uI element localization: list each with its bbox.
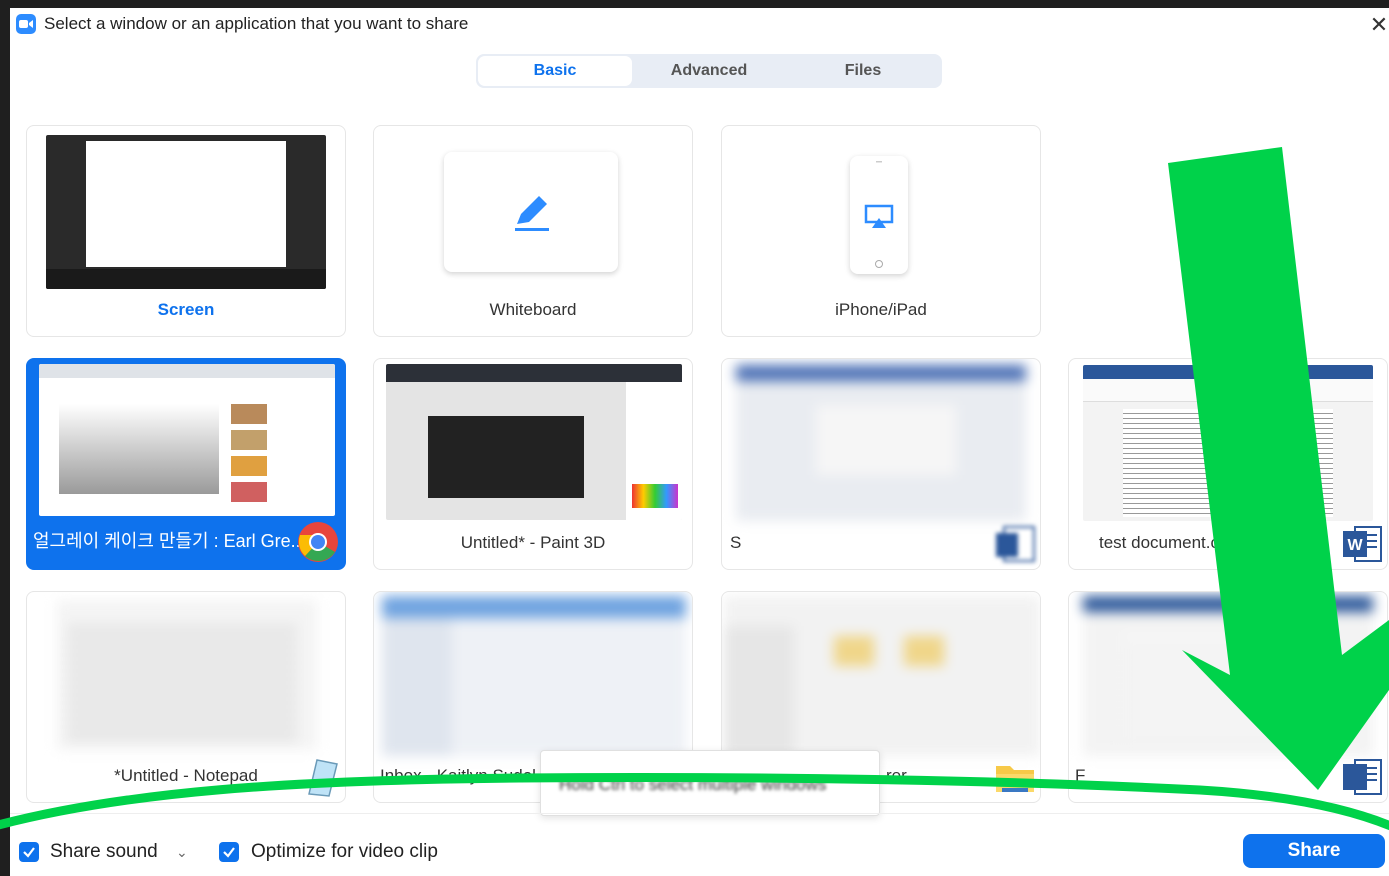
tile-screen[interactable]: Screen <box>26 125 346 337</box>
multi-select-tooltip: Hold Ctrl to select multiple windows <box>540 750 880 816</box>
word-thumbnail <box>1083 365 1373 521</box>
tab-files[interactable]: Files <box>786 56 940 86</box>
tile-label: Screen <box>157 300 215 319</box>
word-icon: W <box>1343 526 1382 562</box>
close-icon[interactable]: ✕ <box>1369 12 1389 38</box>
word-icon <box>996 526 1035 562</box>
share-sound-checkbox[interactable] <box>19 842 39 862</box>
optimize-video-checkbox[interactable] <box>219 842 239 862</box>
folder-icon <box>996 766 1034 792</box>
screen-thumbnail <box>46 135 326 289</box>
tile-label: *Untitled - Notepad <box>114 766 258 785</box>
tile-label: Whiteboard <box>489 300 577 319</box>
tile-word-document-2[interactable]: F <box>1068 591 1388 803</box>
chevron-down-icon[interactable]: ⌄ <box>176 844 188 861</box>
notepad-thumbnail <box>57 600 317 750</box>
word-icon <box>1343 759 1382 795</box>
checkmark-icon <box>23 847 35 858</box>
share-sound-label[interactable]: Share sound <box>50 841 158 863</box>
footer-divider <box>10 813 1389 814</box>
tile-blurred-window[interactable]: S <box>721 358 1041 570</box>
svg-text:W: W <box>1347 537 1363 554</box>
tile-iphone-ipad[interactable]: iPhone/iPad <box>721 125 1041 337</box>
zoom-app-icon <box>16 14 36 34</box>
blurred-thumbnail <box>736 365 1026 521</box>
tile-notepad-window[interactable]: *Untitled - Notepad <box>26 591 346 803</box>
notepad-icon <box>308 759 338 797</box>
tile-word-document[interactable]: test document.c W <box>1068 358 1388 570</box>
paint3d-thumbnail <box>386 364 682 520</box>
share-screen-dialog: Select a window or an application that y… <box>10 8 1389 876</box>
airplay-icon <box>864 161 894 268</box>
whiteboard-thumbnail <box>444 152 618 272</box>
tile-label: iPhone/iPad <box>835 300 927 319</box>
pen-icon <box>515 196 549 231</box>
tab-basic[interactable]: Basic <box>478 56 632 86</box>
optimize-video-label[interactable]: Optimize for video clip <box>251 841 438 863</box>
chrome-icon <box>298 522 338 562</box>
tab-advanced[interactable]: Advanced <box>632 56 786 86</box>
tile-label: Untitled* - Paint 3D <box>460 533 606 552</box>
tile-chrome-window[interactable]: 얼그레이 케이크 만들기 : Earl Gre... <box>26 358 346 570</box>
checkmark-icon <box>223 847 235 858</box>
chrome-thumbnail <box>39 364 335 516</box>
share-button[interactable]: Share <box>1243 834 1385 868</box>
outlook-thumbnail <box>382 596 686 756</box>
share-tabs: Basic Advanced Files <box>476 54 942 88</box>
tile-paint3d-window[interactable]: Untitled* - Paint 3D <box>373 358 693 570</box>
tooltip-text: Hold Ctrl to select multiple windows <box>559 775 827 794</box>
dialog-title: Select a window or an application that y… <box>44 14 469 33</box>
word2-thumbnail <box>1083 596 1373 756</box>
explorer-thumbnail <box>724 596 1040 756</box>
title-bar: Select a window or an application that y… <box>10 8 1389 42</box>
tile-whiteboard[interactable]: Whiteboard <box>373 125 693 337</box>
iphone-thumbnail <box>850 156 908 274</box>
